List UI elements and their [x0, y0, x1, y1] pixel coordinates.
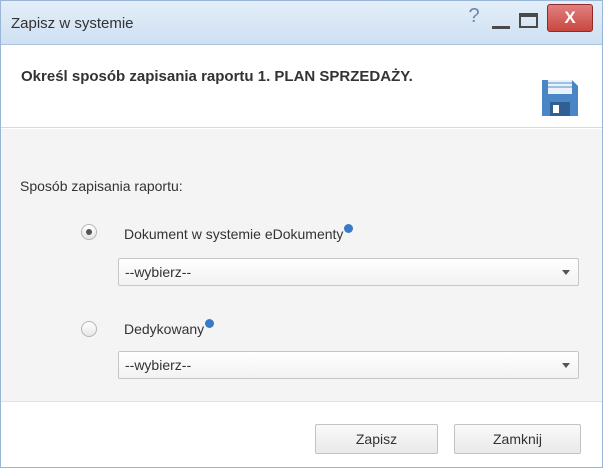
title-bar[interactable]: Zapisz w systemie ? X	[1, 1, 602, 45]
option-label-text: Dokument w systemie eDokumenty	[124, 226, 344, 242]
dialog-footer: Zapisz Zamknij	[1, 401, 602, 467]
section-label: Sposób zapisania raportu:	[20, 178, 183, 194]
edokumenty-select[interactable]: --wybierz--	[118, 258, 579, 286]
chevron-down-icon	[562, 363, 570, 368]
dedykowany-select[interactable]: --wybierz--	[118, 351, 579, 379]
dialog-content: Sposób zapisania raportu: Dokument w sys…	[1, 129, 602, 401]
option-label-edokumenty: Dokument w systemie eDokumenty	[124, 224, 354, 242]
close-button[interactable]: X	[547, 4, 593, 32]
close-icon: X	[564, 8, 576, 27]
floppy-disk-icon	[542, 80, 578, 116]
radio-edokumenty[interactable]	[81, 224, 97, 240]
save-button[interactable]: Zapisz	[315, 424, 438, 454]
dialog-heading: Określ sposób zapisania raportu 1. PLAN …	[21, 68, 413, 85]
chevron-down-icon	[562, 270, 570, 275]
option-label-text: Dedykowany	[124, 321, 205, 337]
info-icon[interactable]	[344, 224, 354, 233]
window-title: Zapisz w systemie	[11, 15, 134, 32]
dialog-header: Określ sposób zapisania raportu 1. PLAN …	[1, 46, 602, 128]
radio-selected-dot	[86, 229, 92, 235]
select-value: --wybierz--	[125, 357, 192, 373]
close-dialog-button[interactable]: Zamknij	[454, 424, 581, 454]
info-icon[interactable]	[205, 319, 215, 328]
radio-dedykowany[interactable]	[81, 321, 97, 337]
select-value: --wybierz--	[125, 264, 192, 280]
minimize-button[interactable]	[492, 4, 510, 30]
help-icon: ?	[468, 5, 480, 27]
help-button[interactable]: ?	[463, 4, 485, 30]
minimize-icon	[492, 26, 510, 29]
save-dialog: Zapisz w systemie ? X Określ sposób zapi…	[0, 0, 603, 468]
maximize-button[interactable]	[519, 4, 538, 30]
maximize-icon	[519, 13, 538, 28]
option-label-dedykowany: Dedykowany	[124, 319, 215, 337]
